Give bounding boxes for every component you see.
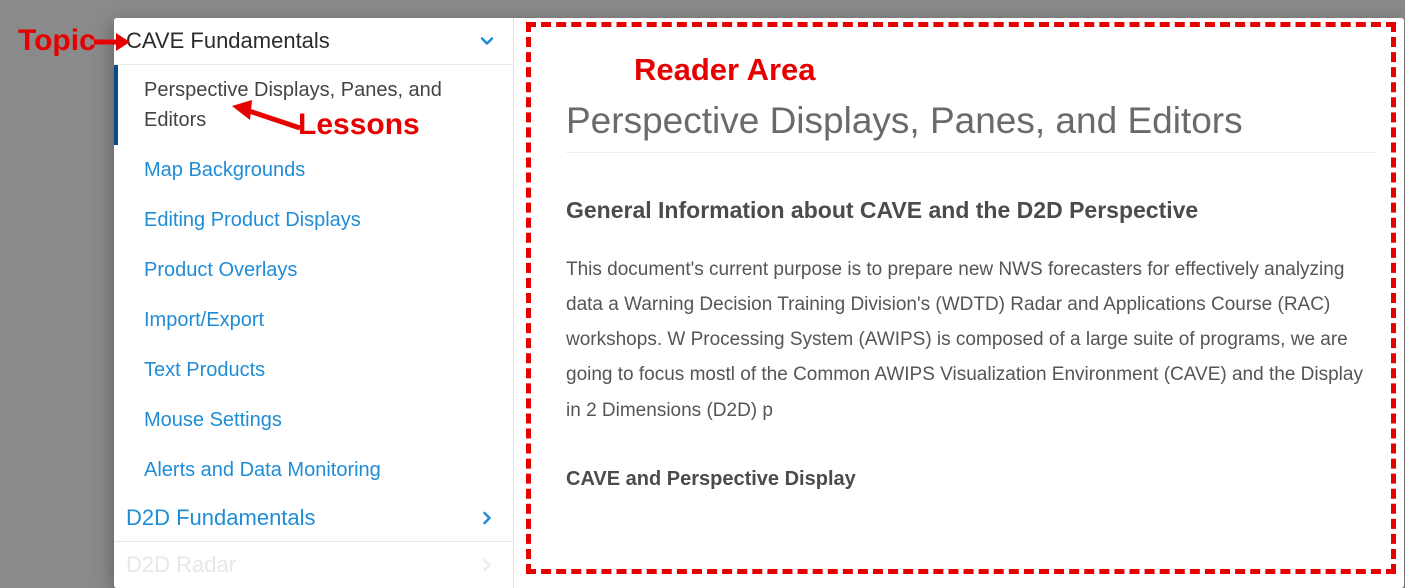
lesson-map-backgrounds[interactable]: Map Backgrounds bbox=[114, 145, 513, 195]
lesson-label: Map Backgrounds bbox=[144, 159, 305, 181]
topic-label: D2D Radar bbox=[126, 552, 236, 578]
lesson-editing-product-displays[interactable]: Editing Product Displays bbox=[114, 195, 513, 245]
lesson-label: Alerts and Data Monitoring bbox=[144, 459, 381, 481]
lesson-alerts-data-monitoring[interactable]: Alerts and Data Monitoring bbox=[114, 445, 513, 495]
lesson-label: Product Overlays bbox=[144, 259, 297, 281]
topic-d2d-fundamentals[interactable]: D2D Fundamentals bbox=[114, 495, 513, 542]
lesson-perspective-displays[interactable]: Perspective Displays, Panes, and Editors bbox=[114, 65, 513, 145]
chevron-right-icon bbox=[477, 555, 497, 575]
lesson-label: Text Products bbox=[144, 359, 265, 381]
topic-label: CAVE Fundamentals bbox=[126, 28, 330, 54]
lesson-import-export[interactable]: Import/Export bbox=[114, 295, 513, 345]
chevron-down-icon bbox=[477, 31, 497, 51]
lesson-product-overlays[interactable]: Product Overlays bbox=[114, 245, 513, 295]
page-title: Perspective Displays, Panes, and Editors bbox=[566, 100, 1376, 153]
app-window: CAVE Fundamentals Perspective Displays, … bbox=[114, 18, 1404, 588]
reader-area: Perspective Displays, Panes, and Editors… bbox=[514, 18, 1404, 588]
section-subheading: CAVE and Perspective Display bbox=[566, 468, 1376, 491]
sidebar: CAVE Fundamentals Perspective Displays, … bbox=[114, 18, 514, 588]
annotation-topic-label: Topic bbox=[18, 24, 96, 58]
lesson-label: Import/Export bbox=[144, 309, 264, 331]
topic-d2d-radar[interactable]: D2D Radar bbox=[114, 542, 513, 588]
lesson-mouse-settings[interactable]: Mouse Settings bbox=[114, 395, 513, 445]
topic-cave-fundamentals[interactable]: CAVE Fundamentals bbox=[114, 18, 513, 65]
topic-label: D2D Fundamentals bbox=[126, 505, 316, 531]
chevron-right-icon bbox=[477, 508, 497, 528]
lesson-text-products[interactable]: Text Products bbox=[114, 345, 513, 395]
section-heading: General Information about CAVE and the D… bbox=[566, 197, 1376, 224]
lesson-label: Perspective Displays, Panes, and Editors bbox=[144, 79, 442, 131]
body-text: This document's current purpose is to pr… bbox=[566, 252, 1376, 428]
lesson-label: Mouse Settings bbox=[144, 409, 282, 431]
lesson-label: Editing Product Displays bbox=[144, 209, 361, 231]
